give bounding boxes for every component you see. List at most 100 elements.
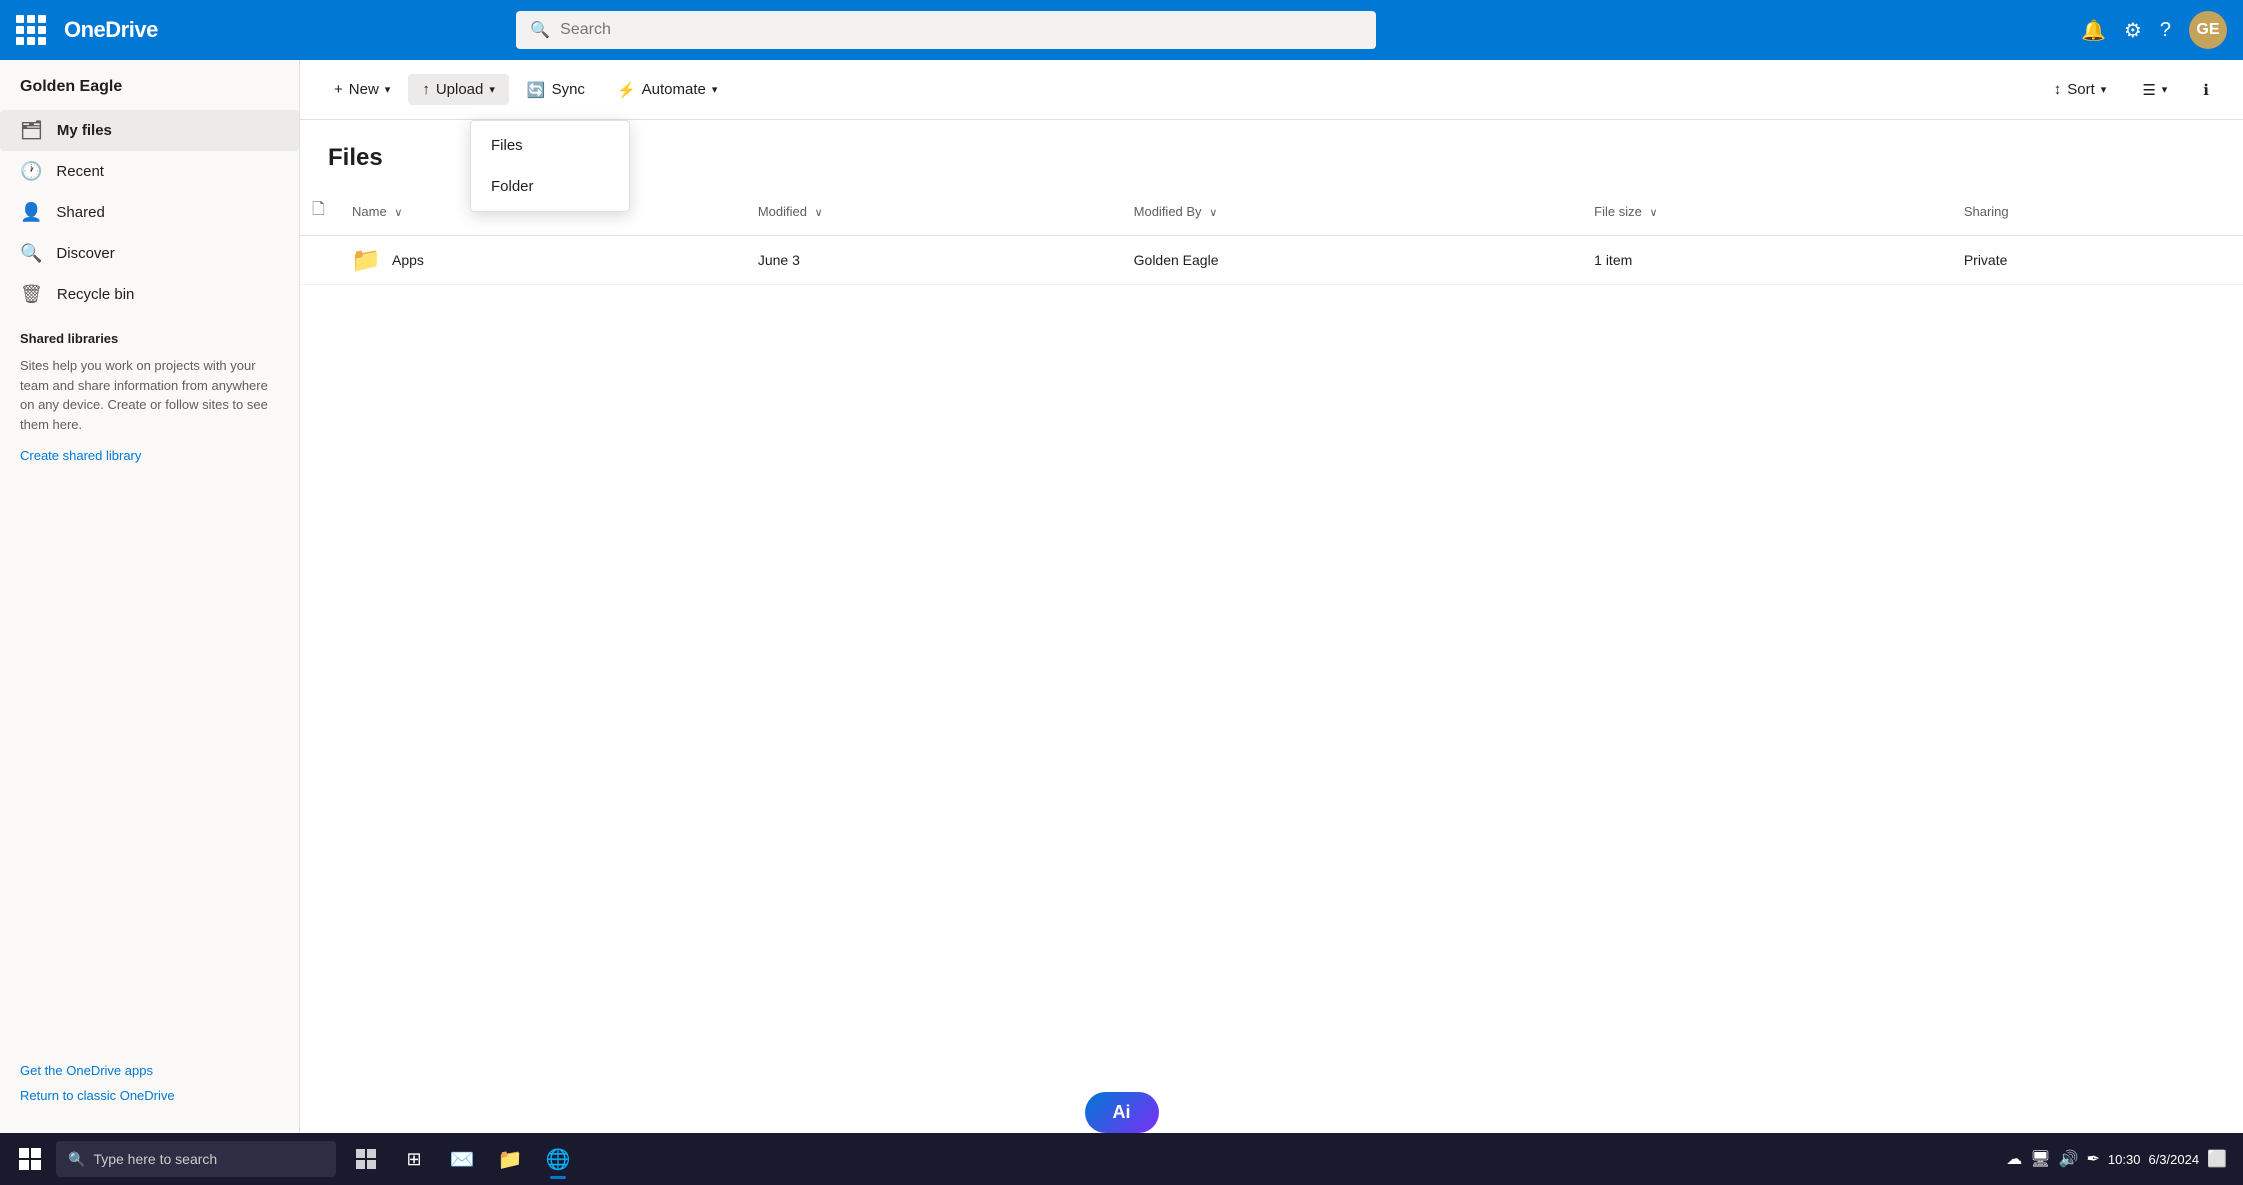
col-file-size-header[interactable]: File size ∨ <box>1582 188 1952 236</box>
taskbar-date: 6/3/2024 <box>2148 1152 2199 1167</box>
toolbar-right: ↕ Sort ▾ ☰ ▾ ℹ <box>2040 74 2223 106</box>
view-button[interactable]: ☰ ▾ <box>2128 74 2181 106</box>
name-sort-arrow: ∨ <box>394 207 402 219</box>
sidebar-item-label-recent: Recent <box>56 163 104 180</box>
taskbar-search-icon: 🔍 <box>68 1151 85 1168</box>
apps-grid-icon[interactable] <box>16 15 46 45</box>
info-button[interactable]: ℹ <box>2189 74 2223 106</box>
sort-chevron-icon: ▾ <box>2101 83 2107 96</box>
new-button[interactable]: + New ▾ <box>320 74 404 105</box>
get-apps-link[interactable]: Get the OneDrive apps <box>20 1063 279 1078</box>
col-checkbox[interactable]: 🗋 <box>300 188 340 236</box>
new-plus-icon: + <box>334 81 343 98</box>
return-classic-link[interactable]: Return to classic OneDrive <box>20 1088 279 1103</box>
notification-icon[interactable]: 🔔 <box>2081 18 2106 43</box>
sync-label: Sync <box>552 81 585 98</box>
settings-icon[interactable]: ⚙ <box>2124 18 2142 43</box>
automate-label: Automate <box>642 81 706 98</box>
create-shared-library-link[interactable]: Create shared library <box>0 444 299 467</box>
my-files-icon: 🗂 <box>20 120 43 141</box>
sidebar-item-recycle-bin[interactable]: 🗑 Recycle bin <box>0 274 299 315</box>
sync-icon: 🔄 <box>527 81 546 99</box>
taskbar-time: 10:30 <box>2108 1152 2141 1167</box>
discover-icon: 🔍 <box>20 243 42 264</box>
show-desktop-icon[interactable]: ⬜ <box>2207 1149 2227 1169</box>
upload-label: Upload <box>436 81 484 98</box>
row-sharing: Private <box>1952 236 2243 285</box>
main-content: Files 🗋 Name ∨ Modified ∨ <box>300 120 2243 1133</box>
file-icon-header: 🗋 <box>312 201 325 218</box>
top-navbar: OneDrive 🔍 🔔 ⚙ ? GE <box>0 0 2243 60</box>
col-sharing-header: Sharing <box>1952 188 2243 236</box>
col-modified-by-header[interactable]: Modified By ∨ <box>1122 188 1583 236</box>
volume-tray-icon[interactable]: 🔊 <box>2059 1149 2079 1169</box>
row-name: Apps <box>392 252 424 268</box>
upload-dropdown: Files Folder <box>470 120 630 212</box>
taskbar-task-view[interactable] <box>344 1137 388 1181</box>
recycle-bin-icon: 🗑 <box>20 284 43 305</box>
help-icon[interactable]: ? <box>2160 19 2171 42</box>
sync-button[interactable]: 🔄 Sync <box>513 74 599 106</box>
start-button[interactable] <box>8 1137 52 1181</box>
onedrive-tray-icon[interactable]: ☁ <box>2006 1149 2022 1169</box>
recent-icon: 🕐 <box>20 161 42 182</box>
taskbar-widgets[interactable]: ⊞ <box>392 1137 436 1181</box>
automate-chevron-icon: ▾ <box>712 83 718 96</box>
row-modified-by: Golden Eagle <box>1122 236 1583 285</box>
upload-button[interactable]: ↑ Upload ▾ <box>408 74 509 105</box>
sort-label: Sort <box>2067 81 2095 98</box>
taskbar-edge[interactable]: 🌐 <box>536 1137 580 1181</box>
row-checkbox[interactable] <box>300 236 340 285</box>
sidebar-item-label-shared: Shared <box>56 204 104 221</box>
upload-folder-option[interactable]: Folder <box>471 166 629 207</box>
sidebar: Golden Eagle 🗂 My files 🕐 Recent 👤 Share… <box>0 60 300 1133</box>
sidebar-bottom: Get the OneDrive apps Return to classic … <box>0 1043 299 1123</box>
taskbar: 🔍 Type here to search ⊞ ✉️ 📁 🌐 ☁ 🖥 🔊 ✒ 1… <box>0 1133 2243 1185</box>
info-icon: ℹ <box>2203 81 2209 99</box>
shared-libraries-desc: Sites help you work on projects with you… <box>0 352 299 444</box>
view-chevron-icon: ▾ <box>2162 83 2168 96</box>
toolbar: + New ▾ ↑ Upload ▾ 🔄 Sync ⚡ Automate ▾ ↕ <box>300 60 2243 120</box>
shared-icon: 👤 <box>20 202 42 223</box>
display-tray-icon[interactable]: 🖥 <box>2030 1149 2050 1169</box>
automate-button[interactable]: ⚡ Automate ▾ <box>603 74 731 106</box>
sidebar-item-label-recycle-bin: Recycle bin <box>57 286 135 303</box>
ai-button[interactable]: Ai <box>1085 1092 1159 1133</box>
pen-tray-icon[interactable]: ✒ <box>2087 1149 2100 1169</box>
upload-chevron-icon: ▾ <box>489 83 495 96</box>
upload-icon: ↑ <box>422 81 430 98</box>
sort-button[interactable]: ↕ Sort ▾ <box>2040 74 2121 105</box>
new-label: New <box>349 81 379 98</box>
view-icon: ☰ <box>2142 81 2155 99</box>
modified-by-sort-arrow: ∨ <box>1209 207 1217 219</box>
app-logo: OneDrive <box>64 17 158 43</box>
row-file-size: 1 item <box>1582 236 1952 285</box>
main-layout: Golden Eagle 🗂 My files 🕐 Recent 👤 Share… <box>0 60 2243 1133</box>
taskbar-search-label: Type here to search <box>93 1151 217 1167</box>
col-modified-header[interactable]: Modified ∨ <box>746 188 1122 236</box>
search-input[interactable] <box>560 21 1362 39</box>
taskbar-mail[interactable]: ✉️ <box>440 1137 484 1181</box>
taskbar-right: ☁ 🖥 🔊 ✒ 10:30 6/3/2024 ⬜ <box>2006 1149 2235 1169</box>
table-row[interactable]: 📁 Apps June 3 Golden Eagle 1 item Privat… <box>300 236 2243 285</box>
folder-icon: 📁 <box>352 246 380 274</box>
modified-sort-arrow: ∨ <box>815 207 823 219</box>
avatar[interactable]: GE <box>2189 11 2227 49</box>
search-icon: 🔍 <box>530 20 550 40</box>
sidebar-item-label-my-files: My files <box>57 122 112 139</box>
automate-icon: ⚡ <box>617 81 636 99</box>
row-file-name[interactable]: 📁 Apps <box>352 246 734 274</box>
file-size-sort-arrow: ∨ <box>1649 207 1657 219</box>
sidebar-item-recent[interactable]: 🕐 Recent <box>0 151 299 192</box>
taskbar-search[interactable]: 🔍 Type here to search <box>56 1141 336 1177</box>
sidebar-item-shared[interactable]: 👤 Shared <box>0 192 299 233</box>
sidebar-item-discover[interactable]: 🔍 Discover <box>0 233 299 274</box>
sidebar-item-my-files[interactable]: 🗂 My files <box>0 110 299 151</box>
row-modified: June 3 <box>746 236 1122 285</box>
search-box[interactable]: 🔍 <box>516 11 1376 49</box>
new-chevron-icon: ▾ <box>385 83 391 96</box>
upload-files-option[interactable]: Files <box>471 125 629 166</box>
shared-libraries-title: Shared libraries <box>0 315 299 352</box>
taskbar-explorer[interactable]: 📁 <box>488 1137 532 1181</box>
sidebar-user: Golden Eagle <box>0 70 299 110</box>
